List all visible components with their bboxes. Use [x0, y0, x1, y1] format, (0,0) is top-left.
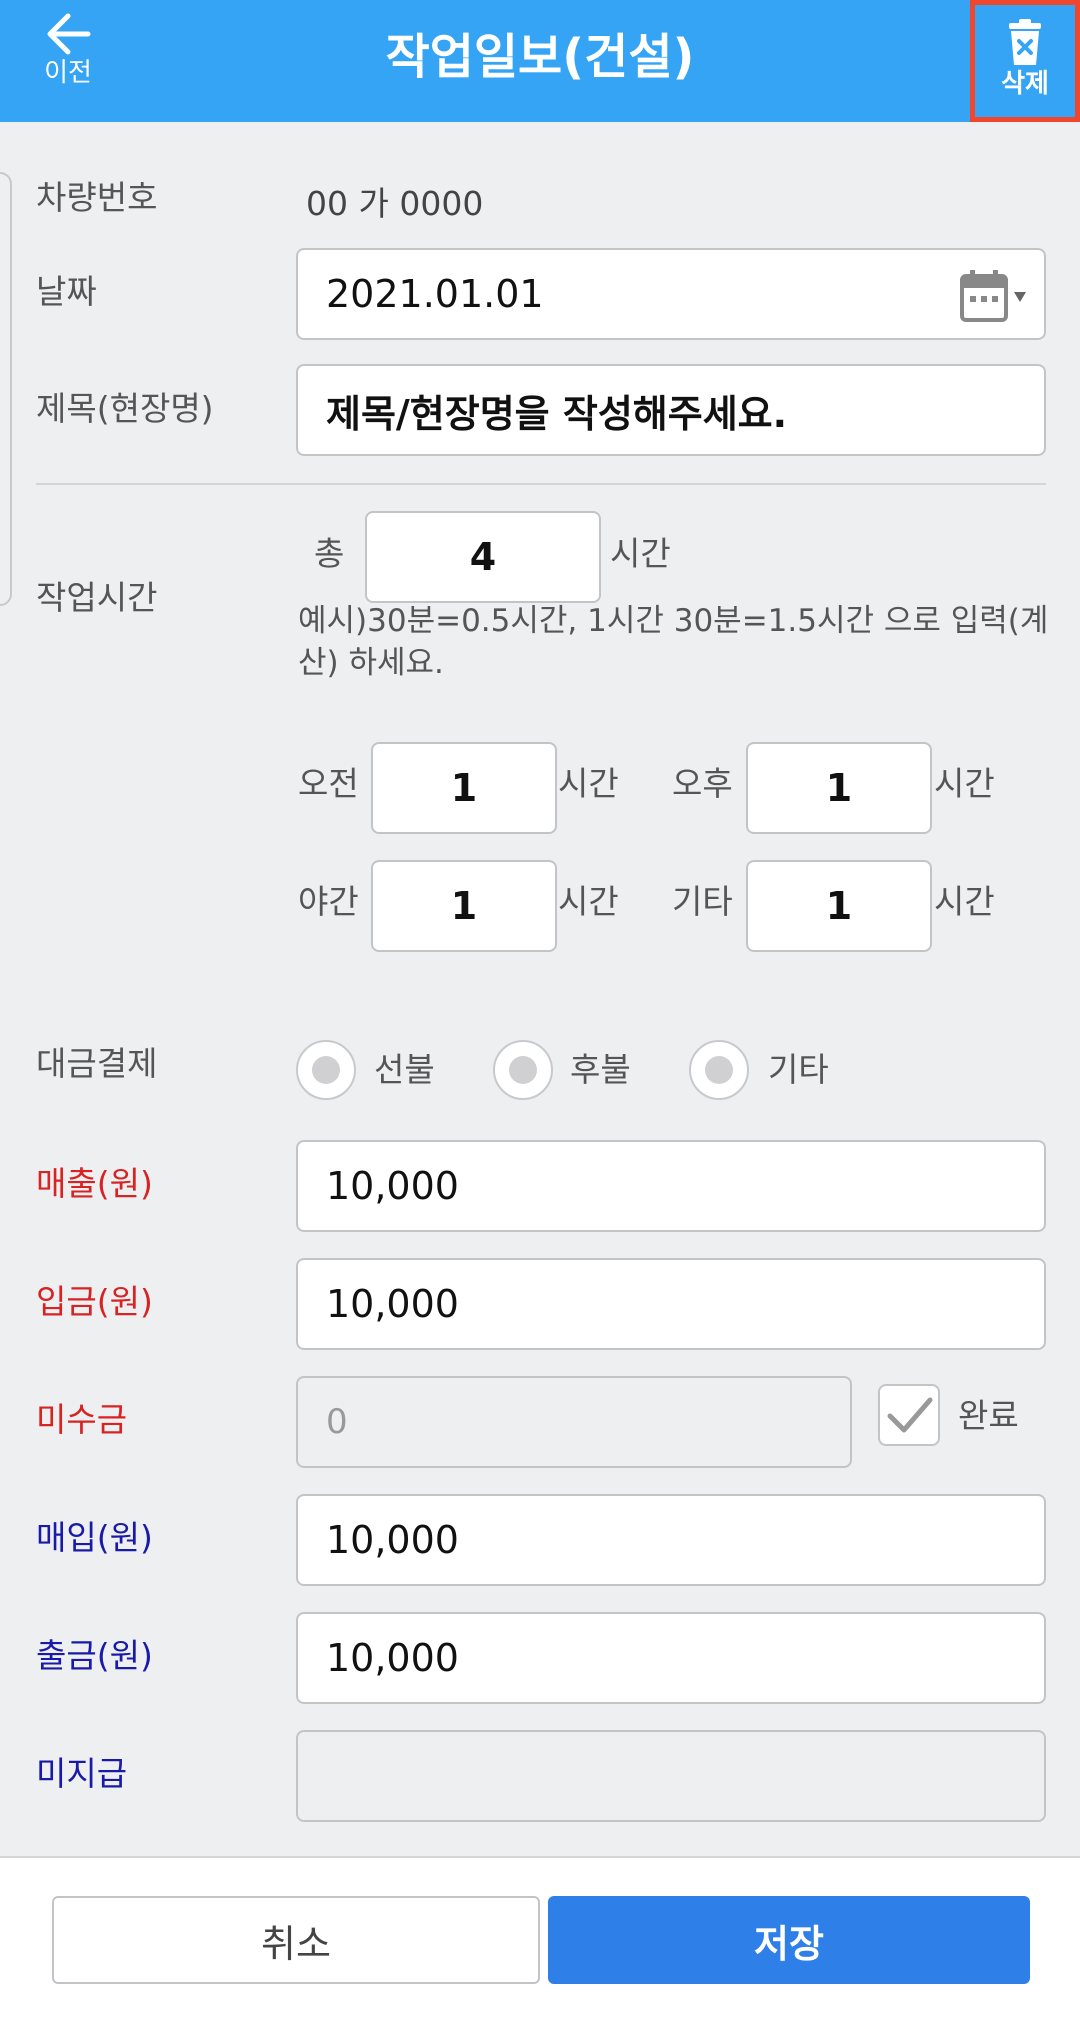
other-hours-value: 1	[825, 884, 853, 928]
withdrawal-label: 출금(원)	[36, 1636, 153, 1675]
morning-label: 오전	[298, 764, 359, 803]
other-label: 기타	[672, 882, 733, 921]
section-divider	[36, 483, 1046, 485]
side-panel-edge[interactable]	[0, 172, 12, 606]
date-picker[interactable]: 2021.01.01	[296, 248, 1046, 340]
withdrawal-input[interactable]: 10,000	[296, 1612, 1046, 1704]
purchase-value: 10,000	[326, 1518, 459, 1562]
trash-icon	[1009, 19, 1041, 65]
other-hours-input[interactable]: 1	[746, 860, 932, 952]
radio-prepaid-label[interactable]: 선불	[374, 1048, 435, 1092]
radio-prepaid[interactable]	[296, 1040, 356, 1100]
morning-hours-value: 1	[450, 766, 478, 810]
total-prefix: 총	[314, 534, 345, 573]
afternoon-hours-input[interactable]: 1	[746, 742, 932, 834]
sales-input[interactable]: 10,000	[296, 1140, 1046, 1232]
vehicle-label: 차량번호	[36, 178, 158, 217]
total-unit: 시간	[610, 534, 671, 573]
morning-unit: 시간	[558, 764, 619, 803]
date-value: 2021.01.01	[326, 272, 544, 316]
afternoon-unit: 시간	[934, 764, 995, 803]
payment-label: 대금결제	[36, 1044, 158, 1083]
sales-value: 10,000	[326, 1164, 459, 1208]
afternoon-label: 오후	[672, 764, 733, 803]
purchase-input[interactable]: 10,000	[296, 1494, 1046, 1586]
date-label: 날짜	[36, 272, 97, 311]
radio-other[interactable]	[689, 1040, 749, 1100]
done-checkbox[interactable]	[878, 1384, 940, 1446]
delete-button[interactable]: 삭제	[970, 0, 1080, 122]
calendar-icon	[960, 270, 1026, 322]
night-label: 야간	[298, 882, 359, 921]
work-time-hint: 예시)30분=0.5시간, 1시간 30분=1.5시간 으로 입력(계산) 하세…	[298, 603, 1049, 681]
done-label: 완료	[958, 1396, 1019, 1435]
total-hours-input[interactable]: 4	[365, 511, 601, 603]
vehicle-number: 00 가 0000	[306, 184, 484, 223]
checkmark-icon	[887, 1397, 933, 1433]
unpaid-field	[296, 1730, 1046, 1822]
night-hours-value: 1	[450, 884, 478, 928]
page-title: 작업일보(건설)	[385, 29, 695, 85]
deposit-input[interactable]: 10,000	[296, 1258, 1046, 1350]
night-hours-input[interactable]: 1	[371, 860, 557, 952]
radio-other-label[interactable]: 기타	[768, 1048, 829, 1092]
deposit-label: 입금(원)	[36, 1282, 153, 1321]
cancel-button[interactable]: 취소	[52, 1896, 540, 1984]
app-header: 이전 작업일보(건설) 삭제	[0, 0, 1080, 122]
receivable-value: 0	[326, 1402, 348, 1442]
work-time-label: 작업시간	[36, 578, 158, 617]
subject-label: 제목(현장명)	[36, 389, 214, 428]
purchase-label: 매입(원)	[36, 1518, 153, 1557]
delete-label: 삭제	[1001, 69, 1049, 99]
radio-postpaid-label[interactable]: 후불	[570, 1048, 631, 1092]
radio-postpaid[interactable]	[493, 1040, 553, 1100]
receivable-label: 미수금	[36, 1400, 128, 1439]
afternoon-hours-value: 1	[825, 766, 853, 810]
receivable-field: 0	[296, 1376, 852, 1468]
total-hours-value: 4	[469, 535, 497, 579]
unpaid-label: 미지급	[36, 1754, 128, 1793]
subject-input[interactable]: 제목/현장명을 작성해주세요.	[296, 364, 1046, 456]
night-unit: 시간	[558, 882, 619, 921]
withdrawal-value: 10,000	[326, 1636, 459, 1680]
morning-hours-input[interactable]: 1	[371, 742, 557, 834]
other-unit: 시간	[934, 882, 995, 921]
deposit-value: 10,000	[326, 1282, 459, 1326]
save-button[interactable]: 저장	[548, 1896, 1030, 1984]
sales-label: 매출(원)	[36, 1164, 153, 1203]
subject-placeholder: 제목/현장명을 작성해주세요.	[326, 391, 788, 436]
